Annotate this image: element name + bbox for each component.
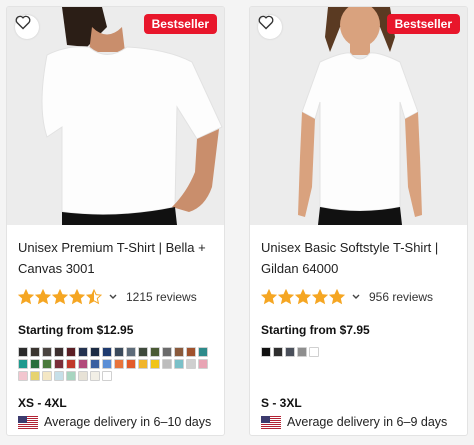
product-card[interactable]: Bestseller Unisex Premium T-Shirt | Bell… xyxy=(6,6,225,436)
product-image[interactable]: Bestseller xyxy=(7,7,224,225)
color-swatch xyxy=(66,359,76,369)
delivery-text: Average delivery in 6–10 days xyxy=(44,415,212,429)
color-swatch xyxy=(150,359,160,369)
color-swatch xyxy=(102,371,112,381)
color-swatch xyxy=(54,347,64,357)
color-swatch xyxy=(114,359,124,369)
color-swatch xyxy=(261,347,271,357)
color-swatch xyxy=(90,347,100,357)
color-swatch xyxy=(42,359,52,369)
color-swatch xyxy=(66,371,76,381)
color-swatch xyxy=(162,359,172,369)
color-swatch xyxy=(90,359,100,369)
color-swatch xyxy=(309,347,319,357)
color-swatch xyxy=(138,347,148,357)
star-icon xyxy=(35,289,51,305)
star-icon xyxy=(261,289,277,305)
size-range: S - 3XL xyxy=(261,396,302,410)
star-icon xyxy=(278,289,294,305)
color-swatch xyxy=(285,347,295,357)
color-swatch xyxy=(78,371,88,381)
product-title-line: Unisex Premium T-Shirt | Bella + xyxy=(18,240,206,255)
color-swatches xyxy=(18,347,218,381)
delivery-info: Average delivery in 6–10 days xyxy=(18,415,211,429)
product-title[interactable]: Unisex Basic Softstyle T-Shirt | Gildan … xyxy=(261,237,461,279)
color-swatch xyxy=(30,371,40,381)
star-icon xyxy=(312,289,328,305)
star-rating xyxy=(18,289,102,305)
us-flag-icon xyxy=(261,415,281,429)
color-swatch xyxy=(198,347,208,357)
color-swatch xyxy=(78,347,88,357)
color-swatch xyxy=(90,371,100,381)
color-swatch xyxy=(186,359,196,369)
star-icon xyxy=(86,289,102,305)
chevron-down-icon[interactable] xyxy=(108,292,118,302)
star-icon xyxy=(295,289,311,305)
color-swatch xyxy=(174,359,184,369)
rating-row[interactable]: 956 reviews xyxy=(261,288,433,306)
color-swatch xyxy=(54,371,64,381)
color-swatch xyxy=(114,347,124,357)
product-title[interactable]: Unisex Premium T-Shirt | Bella + Canvas … xyxy=(18,237,218,279)
chevron-down-icon[interactable] xyxy=(351,292,361,302)
color-swatch xyxy=(102,347,112,357)
color-swatch xyxy=(126,359,136,369)
color-swatch xyxy=(42,347,52,357)
product-title-line: Gildan 64000 xyxy=(261,261,339,276)
color-swatch xyxy=(66,347,76,357)
star-icon xyxy=(52,289,68,305)
color-swatch xyxy=(198,359,208,369)
price: Starting from $12.95 xyxy=(18,323,134,337)
favorite-icon[interactable] xyxy=(258,15,282,39)
star-icon xyxy=(329,289,345,305)
color-swatch xyxy=(18,371,28,381)
star-rating xyxy=(261,289,345,305)
color-swatch xyxy=(174,347,184,357)
color-swatch xyxy=(126,347,136,357)
price: Starting from $7.95 xyxy=(261,323,370,337)
color-swatch xyxy=(273,347,283,357)
review-count[interactable]: 1215 reviews xyxy=(126,290,197,304)
color-swatch xyxy=(18,347,28,357)
favorite-icon[interactable] xyxy=(15,15,39,39)
color-swatch xyxy=(30,347,40,357)
color-swatch xyxy=(186,347,196,357)
us-flag-icon xyxy=(18,415,38,429)
product-image[interactable]: Bestseller xyxy=(250,7,467,225)
color-swatch xyxy=(54,359,64,369)
star-icon xyxy=(18,289,34,305)
color-swatch xyxy=(102,359,112,369)
color-swatch xyxy=(42,371,52,381)
product-title-line: Unisex Basic Softstyle T-Shirt | xyxy=(261,240,439,255)
product-title-line: Canvas 3001 xyxy=(18,261,95,276)
color-swatch xyxy=(297,347,307,357)
bestseller-badge: Bestseller xyxy=(143,14,217,34)
star-icon xyxy=(69,289,85,305)
color-swatch xyxy=(162,347,172,357)
color-swatch xyxy=(78,359,88,369)
color-swatches xyxy=(261,347,461,357)
color-swatch xyxy=(18,359,28,369)
size-range: XS - 4XL xyxy=(18,396,67,410)
rating-row[interactable]: 1215 reviews xyxy=(18,288,197,306)
color-swatch xyxy=(138,359,148,369)
color-swatch xyxy=(150,347,160,357)
delivery-info: Average delivery in 6–9 days xyxy=(261,415,447,429)
product-card[interactable]: Bestseller Unisex Basic Softstyle T-Shir… xyxy=(249,6,468,436)
bestseller-badge: Bestseller xyxy=(386,14,460,34)
review-count[interactable]: 956 reviews xyxy=(369,290,433,304)
color-swatch xyxy=(30,359,40,369)
delivery-text: Average delivery in 6–9 days xyxy=(287,415,448,429)
